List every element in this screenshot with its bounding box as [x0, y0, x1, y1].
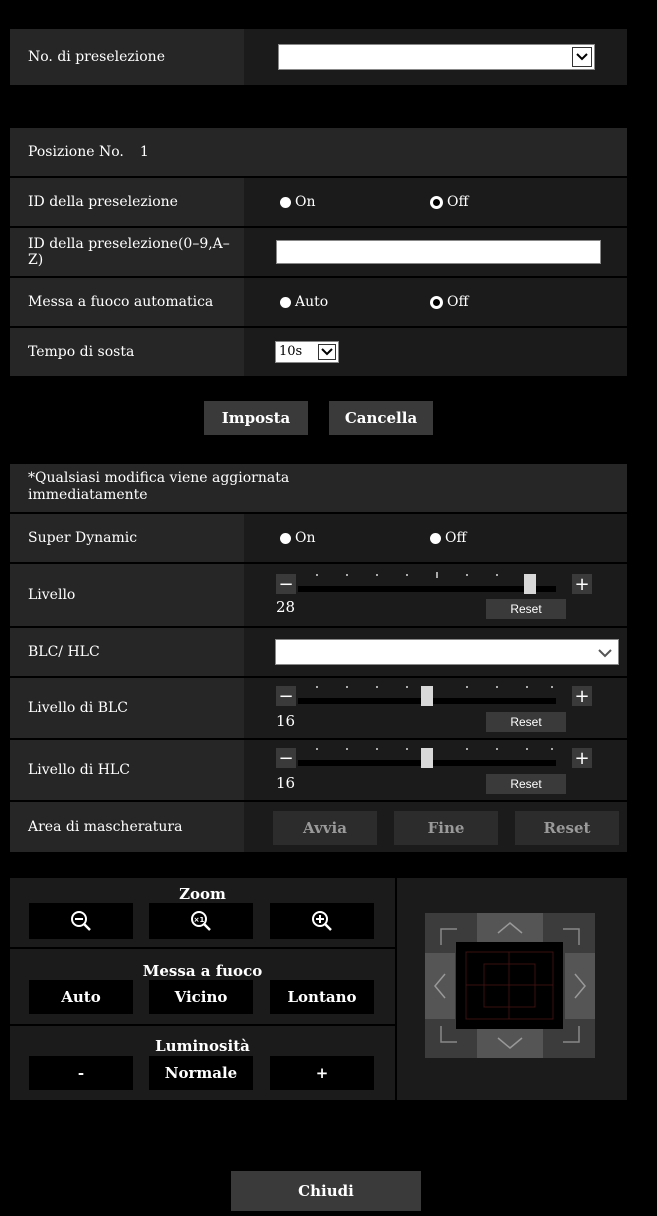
blc-level-label: Livello di BLC [10, 678, 244, 738]
zoom-x1-button[interactable]: ×1 [149, 903, 253, 939]
focus-title: Messa a fuoco [142, 962, 263, 980]
autofocus-off-radio[interactable]: Off [430, 294, 468, 310]
chevron-down-icon [572, 47, 592, 67]
super-dynamic-on-radio[interactable]: On [280, 530, 316, 546]
level-track[interactable] [298, 586, 556, 592]
plus-icon[interactable]: + [572, 748, 592, 769]
autofocus-auto-radio[interactable]: Auto [280, 294, 328, 310]
ptz-up-right-icon[interactable] [561, 927, 581, 947]
level-value: 28 [276, 598, 296, 616]
zoom-out-button[interactable] [29, 903, 133, 939]
preset-number-select[interactable] [278, 44, 595, 70]
preset-id-text-label: ID della preselezione(0–9,A–Z) [10, 228, 244, 276]
ptz-up-button[interactable] [477, 913, 543, 943]
position-number: 1 [139, 144, 149, 160]
blc-hlc-select[interactable] [275, 639, 619, 665]
position-label: Posizione No. [28, 144, 124, 160]
radio-unchecked-icon [280, 296, 291, 308]
close-button[interactable]: Chiudi [231, 1171, 421, 1211]
focus-far-button[interactable]: Lontano [270, 980, 374, 1014]
autofocus-label: Messa a fuoco automatica [10, 278, 244, 326]
ptz-down-right-icon[interactable] [561, 1024, 581, 1044]
minus-icon[interactable]: − [276, 574, 296, 595]
hlc-level-label: Livello di HLC [10, 740, 244, 800]
zoom-in-button[interactable] [270, 903, 374, 939]
level-label: Livello [10, 564, 244, 626]
position-row: Posizione No. 1 [10, 128, 627, 176]
hlc-level-value: 16 [276, 774, 296, 792]
dwell-time-label: Tempo di sosta [10, 328, 244, 376]
svg-text:×1: ×1 [194, 916, 205, 924]
set-button[interactable]: Imposta [204, 401, 308, 435]
super-dynamic-row: Super Dynamic On Off [10, 514, 627, 562]
autofocus-row: Messa a fuoco automatica Auto Off [10, 278, 627, 326]
radio-unchecked-icon [280, 196, 291, 208]
preset-number-row: No. di preselezione [10, 29, 627, 85]
super-dynamic-label: Super Dynamic [10, 514, 244, 562]
radio-unchecked-icon [280, 532, 291, 544]
zoom-out-icon [71, 911, 91, 931]
chevron-up-icon [497, 922, 523, 934]
focus-auto-button[interactable]: Auto [29, 980, 133, 1014]
zoom-title: Zoom [179, 885, 226, 903]
radio-checked-icon [430, 295, 443, 309]
level-thumb[interactable] [524, 574, 537, 594]
radio-checked-icon [430, 195, 443, 209]
chevron-down-icon [318, 344, 336, 360]
blc-hlc-label: BLC/ HLC [10, 628, 244, 676]
ptz-down-button[interactable] [477, 1028, 543, 1058]
chevron-left-icon [434, 973, 446, 999]
brightness-normal-button[interactable]: Normale [149, 1056, 253, 1090]
dwell-time-select[interactable]: 10s [275, 341, 339, 363]
radio-unchecked-icon [430, 532, 441, 544]
preset-id-row: ID della preselezione On Off [10, 178, 627, 226]
preset-id-label: ID della preselezione [10, 178, 244, 226]
blc-level-thumb[interactable] [421, 686, 433, 706]
blc-level-row: Livello di BLC − + 16 Reset [10, 678, 627, 738]
minus-icon[interactable]: − [276, 686, 296, 707]
preset-id-text-row: ID della preselezione(0–9,A–Z) [10, 228, 627, 276]
brightness-plus-button[interactable]: + [270, 1056, 374, 1090]
chevron-down-icon [598, 646, 612, 662]
super-dynamic-off-radio[interactable]: Off [430, 530, 466, 546]
hlc-level-row: Livello di HLC − + 16 Reset [10, 740, 627, 800]
mask-start-button[interactable]: Avvia [273, 811, 377, 845]
notice-row: *Qualsiasi modifica viene aggiornata imm… [10, 464, 627, 512]
chevron-down-icon [497, 1037, 523, 1049]
blc-level-reset-button[interactable]: Reset [486, 712, 566, 732]
zoom-in-icon [312, 911, 332, 931]
plus-icon[interactable]: + [572, 686, 592, 707]
cancel-button[interactable]: Cancella [329, 401, 433, 435]
zoom-reset-icon: ×1 [191, 911, 211, 931]
mask-area-label: Area di mascheratura [10, 802, 244, 852]
ptz-center-area[interactable] [456, 942, 563, 1029]
mask-area-row: Area di mascheratura Avvia Fine Reset [10, 802, 627, 852]
preset-id-on-radio[interactable]: On [280, 194, 316, 210]
level-row: Livello − + 28 Reset [10, 564, 627, 626]
blc-hlc-row: BLC/ HLC [10, 628, 627, 676]
hlc-level-thumb[interactable] [421, 748, 433, 768]
brightness-minus-button[interactable]: - [29, 1056, 133, 1090]
hlc-level-reset-button[interactable]: Reset [486, 774, 566, 794]
preset-id-off-radio[interactable]: Off [430, 194, 468, 210]
blc-level-value: 16 [276, 712, 296, 730]
notice-text: *Qualsiasi modifica viene aggiornata imm… [28, 470, 290, 503]
ptz-pad [425, 913, 595, 1058]
plus-icon[interactable]: + [572, 574, 592, 595]
ptz-left-button[interactable] [425, 953, 455, 1019]
preset-id-input[interactable] [276, 240, 601, 264]
level-reset-button[interactable]: Reset [486, 599, 566, 619]
preset-number-label: No. di preselezione [10, 29, 244, 85]
chevron-right-icon [574, 973, 586, 999]
minus-icon[interactable]: − [276, 748, 296, 769]
crosshair-icon [465, 951, 554, 1020]
focus-near-button[interactable]: Vicino [149, 980, 253, 1014]
brightness-title: Luminosità [155, 1037, 250, 1055]
mask-reset-button[interactable]: Reset [515, 811, 619, 845]
dwell-time-row: Tempo di sosta 10s [10, 328, 627, 376]
mask-end-button[interactable]: Fine [394, 811, 498, 845]
ptz-right-button[interactable] [565, 953, 595, 1019]
